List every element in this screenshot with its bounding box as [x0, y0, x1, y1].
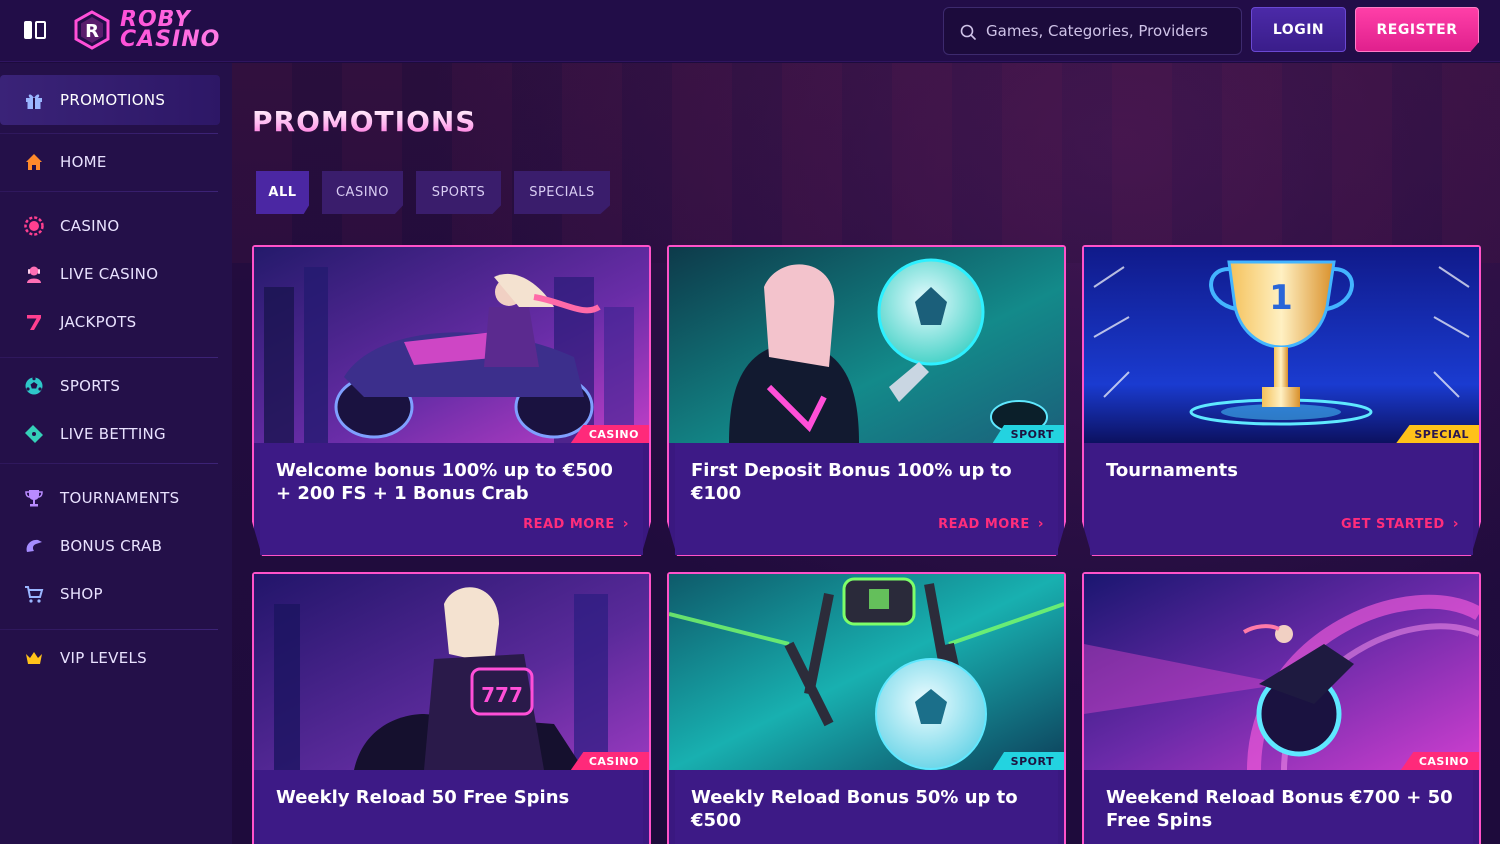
sidebar-item-label: LIVE BETTING [60, 425, 166, 443]
sidebar-item-promotions[interactable]: PROMOTIONS [0, 75, 220, 125]
tab-sports[interactable]: SPORTS [416, 171, 501, 214]
crab-claw-icon [26, 539, 42, 552]
sidebar-item-live-casino[interactable]: LIVE CASINO [0, 253, 220, 295]
divider [0, 357, 218, 358]
category-tag: SPECIAL [1396, 425, 1479, 443]
cta-label: READ MORE [523, 516, 615, 532]
logo-text: ROBY CASINO [120, 7, 221, 52]
sidebar-item-jackpots[interactable]: JACKPOTS [0, 301, 220, 343]
chevron-right-icon: › [622, 516, 629, 532]
chevron-right-icon: › [1452, 516, 1459, 532]
page-title: PROMOTIONS [252, 105, 477, 138]
home-icon [26, 154, 42, 170]
sidebar-item-sports[interactable]: SPORTS [0, 365, 220, 407]
sidebar-item-label: SHOP [60, 585, 103, 603]
card-title: Weekend Reload Bonus €700 + 50 Free Spin… [1106, 787, 1453, 831]
tab-all[interactable]: ALL [256, 171, 309, 214]
chevron-right-icon: › [1037, 516, 1044, 532]
top-header: R ROBY CASINO LOGIN REGISTER [0, 0, 1500, 62]
read-more-link[interactable]: READ MORE › [938, 516, 1044, 532]
soccer-ball-icon [25, 377, 43, 395]
card-title: Weekly Reload 50 Free Spins [276, 787, 570, 808]
category-tag: SPORT [992, 425, 1064, 443]
svg-text:777: 777 [481, 683, 523, 707]
sidebar-item-vip-levels[interactable]: VIP LEVELS [0, 637, 220, 679]
dealer-icon [27, 266, 41, 283]
card-image: 1 [1084, 247, 1479, 443]
svg-text:R: R [85, 21, 99, 42]
sidebar: PROMOTIONS HOME CASINO LIVE CASINO JACKP… [0, 63, 232, 844]
category-tag: CASINO [1400, 752, 1479, 770]
category-tag: CASINO [570, 752, 649, 770]
logo-badge-icon: R [74, 10, 110, 50]
card-title: Weekly Reload Bonus 50% up to €500 [691, 787, 1018, 831]
card-image [669, 247, 1064, 443]
sidebar-item-label: VIP LEVELS [60, 649, 147, 667]
card-image [669, 574, 1064, 770]
card-image [254, 247, 649, 443]
card-image: 777 [254, 574, 649, 770]
gift-icon [26, 94, 42, 109]
card-title: Welcome bonus 100% up to €500 + 200 FS +… [276, 460, 613, 504]
sidebar-item-label: TOURNAMENTS [60, 489, 180, 507]
ticket-icon [25, 425, 43, 443]
sidebar-item-bonus-crab[interactable]: BONUS CRAB [0, 525, 220, 567]
sidebar-item-label: JACKPOTS [60, 313, 137, 331]
register-button[interactable]: REGISTER [1355, 7, 1479, 52]
sidebar-item-live-betting[interactable]: LIVE BETTING [0, 413, 220, 455]
tab-specials[interactable]: SPECIALS [514, 171, 610, 214]
divider [0, 133, 218, 134]
sidebar-item-label: HOME [60, 153, 107, 171]
cart-icon [25, 586, 44, 603]
svg-text:1: 1 [1269, 278, 1293, 318]
sidebar-item-label: PROMOTIONS [60, 91, 166, 109]
sidebar-item-label: SPORTS [60, 377, 121, 395]
get-started-link[interactable]: GET STARTED › [1341, 516, 1459, 532]
sidebar-item-home[interactable]: HOME [0, 141, 220, 183]
trophy-icon [25, 490, 43, 507]
search-icon [960, 24, 976, 40]
sidebar-item-casino[interactable]: CASINO [0, 205, 220, 247]
sidebar-item-shop[interactable]: SHOP [0, 573, 220, 615]
login-button[interactable]: LOGIN [1251, 7, 1346, 52]
card-image [1084, 574, 1479, 770]
logo[interactable]: R ROBY CASINO [72, 8, 212, 54]
sidebar-item-label: LIVE CASINO [60, 265, 159, 283]
background-slot-machines [232, 63, 1500, 263]
promo-card[interactable]: 777 CASINO Weekly Reload 50 Free Spins [252, 572, 651, 844]
seven-icon [27, 315, 41, 330]
main-content: PROMOTIONS ALL CASINO SPORTS SPECIALS CA… [232, 63, 1500, 844]
category-tag: SPORT [992, 752, 1064, 770]
cta-label: READ MORE [938, 516, 1030, 532]
card-title: First Deposit Bonus 100% up to €100 [691, 460, 1012, 504]
sidebar-item-tournaments[interactable]: TOURNAMENTS [0, 477, 220, 519]
promo-card[interactable]: CASINO Weekend Reload Bonus €700 + 50 Fr… [1082, 572, 1481, 844]
tab-casino[interactable]: CASINO [322, 171, 403, 214]
promo-card[interactable]: SPORT First Deposit Bonus 100% up to €10… [667, 245, 1066, 556]
search-box[interactable] [943, 7, 1242, 55]
read-more-link[interactable]: READ MORE › [523, 516, 629, 532]
cta-label: GET STARTED [1341, 516, 1445, 532]
card-title: Tournaments [1106, 460, 1239, 481]
sidebar-item-label: CASINO [60, 217, 120, 235]
divider [0, 191, 218, 192]
category-tag: CASINO [570, 425, 649, 443]
promo-card[interactable]: SPORT Weekly Reload Bonus 50% up to €500 [667, 572, 1066, 844]
promo-card[interactable]: CASINO Welcome bonus 100% up to €500 + 2… [252, 245, 651, 556]
sidebar-item-label: BONUS CRAB [60, 537, 163, 555]
divider [0, 629, 218, 630]
sidebar-toggle-icon[interactable] [24, 21, 46, 39]
divider [0, 463, 218, 464]
casino-chip-icon [24, 216, 44, 236]
crown-icon [26, 652, 42, 664]
search-input[interactable] [986, 8, 1236, 54]
promo-card[interactable]: 1 SPECIAL Tournaments GET STARTED › [1082, 245, 1481, 556]
